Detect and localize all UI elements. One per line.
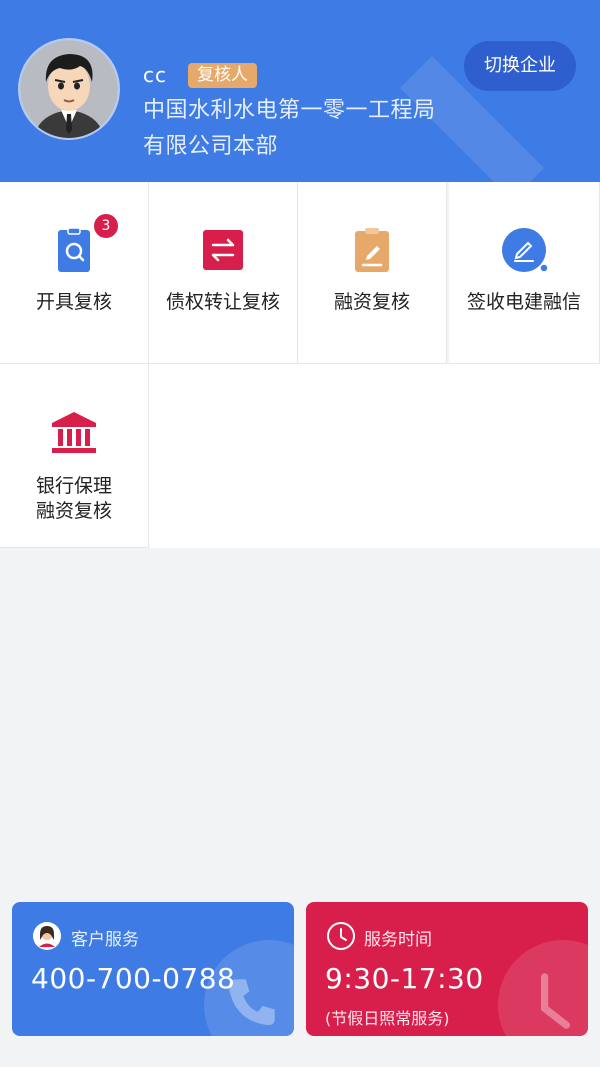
menu-item-bank-factoring[interactable]: 银行保理 融资复核 [0,364,149,548]
company-name: 中国水利水电第一零一工程局 有限公司本部 [143,93,473,165]
menu-item-label: 债权转让复核 [165,291,280,313]
menu-item-label-line-2: 融资复核 [35,500,112,522]
menu-item-transfer-review[interactable]: 债权转让复核 [149,182,298,364]
clipboard-edit-icon [355,228,389,272]
service-avatar-icon [33,922,61,950]
menu-item-label: 开具复核 [35,291,112,313]
avatar-icon [20,40,118,138]
company-line-1: 中国水利水电第一零一工程局 [143,98,436,123]
clock-icon [327,922,355,950]
service-hours-card: 服务时间 9:30-17:30 (节假日照常服务) [306,902,588,1036]
menu-item-financing-review[interactable]: 融资复核 [298,182,447,364]
service-phone[interactable]: 400-700-0788 [31,962,235,995]
clock-hand-decoration [540,973,570,1029]
menu-item-label: 签收电建融信 [466,291,581,313]
transfer-icon [203,230,243,270]
header-banner: cc 复核人 中国水利水电第一零一工程局 有限公司本部 切换企业 [0,0,600,182]
sign-pen-icon [502,228,548,273]
menu-item-label: 银行保理 融资复核 [0,474,148,524]
hours-title: 服务时间 [364,930,432,950]
switch-company-button[interactable]: 切换企业 [464,41,576,91]
company-line-2: 有限公司本部 [143,134,279,159]
pending-count-badge: 3 [94,214,118,238]
menu-item-issue-review[interactable]: 3 开具复核 [0,182,149,364]
user-name: cc [143,63,167,87]
service-title: 客户服务 [71,930,139,950]
role-badge: 复核人 [188,63,257,88]
customer-service-card[interactable]: 客户服务 400-700-0788 [12,902,294,1036]
hours-note: (节假日照常服务) [325,1009,450,1028]
hours-time: 9:30-17:30 [325,962,484,995]
bank-icon [52,412,96,453]
menu-item-label: 融资复核 [333,291,410,313]
menu-grid-empty-area [149,364,600,548]
menu-item-sign-receipt[interactable]: 签收电建融信 [449,182,600,364]
document-search-icon [58,227,90,272]
avatar[interactable] [20,40,118,138]
menu-item-label-line-1: 银行保理 [35,475,112,497]
